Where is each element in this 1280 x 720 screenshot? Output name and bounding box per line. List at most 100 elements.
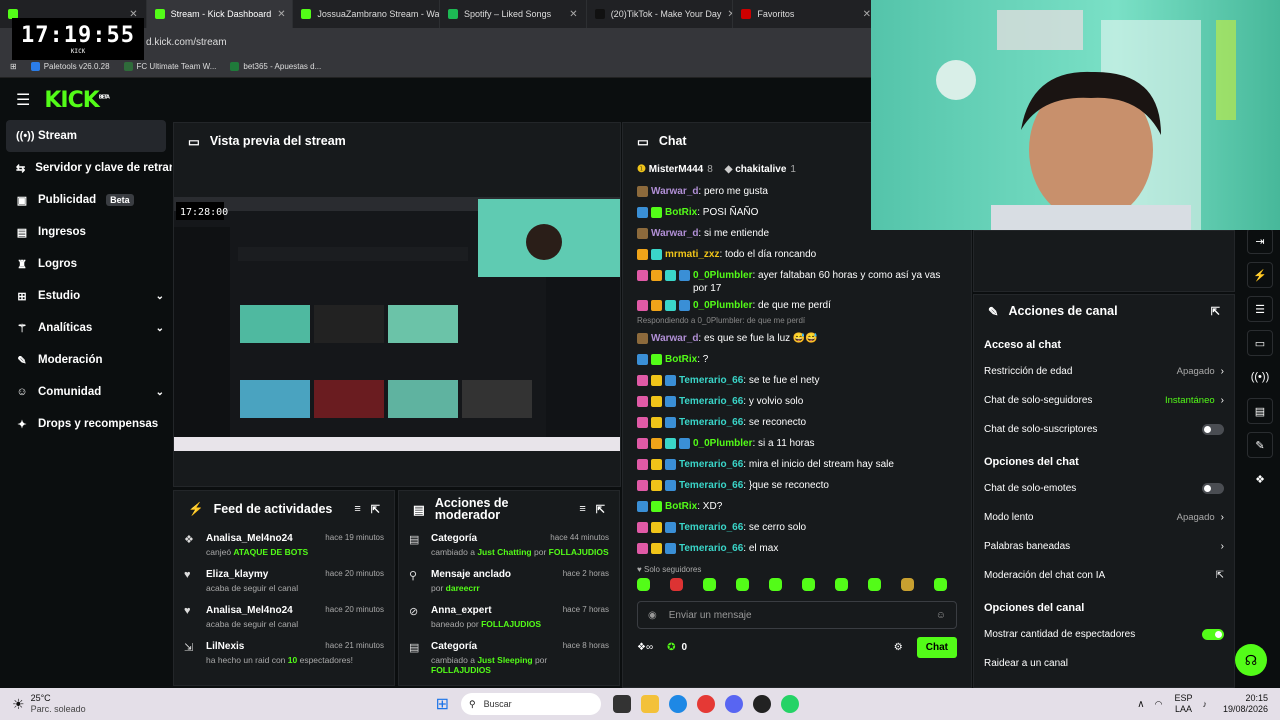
toggle-switch[interactable] (1202, 629, 1224, 640)
whatsapp-icon[interactable] (781, 695, 800, 713)
chat-message[interactable]: Temerario_66: se reconecto (637, 412, 957, 433)
browser-tab[interactable]: Favoritos ✕ (733, 0, 881, 28)
sidebar-item[interactable]: ✦ Drops y recompensas (0, 408, 172, 440)
chat-username[interactable]: BotRix (665, 354, 697, 365)
server-icon[interactable]: ▤ (1247, 398, 1273, 424)
chat-message[interactable]: BotRix: ? (637, 349, 957, 370)
emote-icon[interactable] (736, 578, 749, 591)
top-chatter[interactable]: ◆ chakitalive 1 (725, 164, 796, 175)
action-row[interactable]: Restricción de edad Apagado › (974, 357, 1234, 386)
taskbar-clock[interactable]: 20:15 19/08/2026 (1223, 693, 1268, 715)
chat-username[interactable]: mrmati_zxz (665, 249, 719, 260)
chat-username[interactable]: Warwar_d (651, 333, 698, 344)
tray-chevron-icon[interactable]: ∧ (1137, 699, 1144, 710)
emote-icon[interactable] (934, 578, 947, 591)
chat-input[interactable]: ◉ Enviar un mensaje ☺ (637, 601, 957, 629)
list-icon[interactable]: ☰ (1247, 296, 1273, 322)
emote-icon[interactable] (835, 578, 848, 591)
bookmark-item[interactable]: Paletools v26.0.28 (30, 62, 110, 71)
bookmark-item[interactable]: bet365 - Apuestas d... (230, 62, 321, 71)
chat-message[interactable]: Temerario_66: se te fue el nety (637, 370, 957, 391)
popout-icon[interactable]: ⇱ (1211, 305, 1220, 318)
send-chat-button[interactable]: Chat (916, 637, 957, 658)
weather-widget[interactable]: 25°C Parc. soleado (31, 693, 86, 715)
browser-tab[interactable]: JossuaZambrano Stream - Wat✕ (293, 0, 441, 28)
action-row[interactable]: Chat de solo-suscriptores (974, 415, 1234, 444)
filter-icon[interactable]: ≡ (579, 503, 585, 515)
emote-icon[interactable] (769, 578, 782, 591)
popout-icon[interactable]: ⇱ (371, 503, 380, 516)
sound-icon[interactable]: ♪ (1202, 699, 1207, 709)
action-row[interactable]: Mostrar cantidad de espectadores (974, 620, 1234, 649)
browser-tab[interactable]: (20)TikTok - Make Your Day✕ (587, 0, 734, 28)
close-icon[interactable]: ✕ (569, 9, 577, 20)
chat-username[interactable]: BotRix (665, 207, 697, 218)
sidebar-item[interactable]: ♜ Logros (0, 248, 172, 280)
task-view-icon[interactable] (613, 695, 632, 713)
toggle-switch[interactable] (1202, 424, 1224, 435)
action-row[interactable]: Modo lento Apagado › (974, 503, 1234, 532)
start-icon[interactable]: ⊞ (436, 694, 449, 714)
chat-message[interactable]: 0_0Plumbler: de que me perdí (637, 295, 957, 316)
sidebar-item[interactable]: ☺ Comunidad ⌄ (0, 376, 172, 408)
community-icon[interactable]: ❖ (1247, 466, 1273, 492)
sidebar-item[interactable]: ▤ Ingresos (0, 216, 172, 248)
chat-username[interactable]: Temerario_66 (679, 417, 743, 428)
top-chatter[interactable]: ❶ MisterM444 8 (637, 164, 713, 175)
close-icon[interactable]: ✕ (277, 9, 285, 20)
popout-icon[interactable]: ⇱ (596, 503, 605, 516)
obs-icon[interactable] (753, 695, 772, 713)
chat-username[interactable]: Temerario_66 (679, 375, 743, 386)
chat-username[interactable]: Temerario_66 (679, 396, 743, 407)
chat-username[interactable]: BotRix (665, 501, 697, 512)
apps-icon[interactable]: ⊞ (10, 62, 17, 71)
action-row[interactable]: Moderación del chat con IA ⇱ (974, 561, 1234, 590)
browser-tab[interactable]: Spotify – Liked Songs ✕ (440, 0, 587, 28)
chat-username[interactable]: Temerario_66 (679, 543, 743, 554)
emote-icon[interactable] (868, 578, 881, 591)
emote-icon[interactable] (802, 578, 815, 591)
help-chat-button[interactable]: ☊ (1235, 644, 1267, 676)
shield-icon[interactable]: ◉ (648, 610, 657, 621)
browser-tab[interactable]: Stream - Kick Dashboard ✕ (146, 0, 294, 28)
sidebar-item[interactable]: ⚚ Analíticas ⌄ (0, 312, 172, 344)
settings-icon[interactable]: ⚙ (894, 642, 903, 653)
chat-message[interactable]: Temerario_66: mira el inicio del stream … (637, 454, 957, 475)
chat-username[interactable]: Temerario_66 (679, 459, 743, 470)
sidebar-item[interactable]: ⊞ Estudio ⌄ (0, 280, 172, 312)
sidebar-item[interactable]: ⇆ Servidor y clave de retransmisión (0, 152, 172, 184)
stream-preview-video[interactable]: 17:28:00 (174, 197, 620, 451)
chat-username[interactable]: Temerario_66 (679, 522, 743, 533)
action-row[interactable]: Raidear a un canal (974, 649, 1234, 678)
broadcast-icon[interactable]: ((•)) (1247, 364, 1273, 390)
taskbar-search[interactable]: ⚲ Buscar (461, 693, 602, 715)
lightning-icon[interactable]: ⚡ (1247, 262, 1273, 288)
wifi-icon[interactable]: ◠ (1155, 699, 1163, 710)
chat-message[interactable]: 0_0Plumbler: ayer faltaban 60 horas y co… (637, 265, 957, 295)
emote-icon[interactable] (670, 578, 683, 591)
sidebar-item[interactable]: ((•)) Stream (6, 120, 166, 152)
emoji-icon[interactable]: ☺ (936, 610, 946, 621)
emote-icon[interactable] (901, 578, 914, 591)
bookmark-item[interactable]: FC Ultimate Team W... (123, 62, 216, 71)
language-indicator[interactable]: ESP LAA (1174, 693, 1192, 715)
chat-username[interactable]: Warwar_d (651, 228, 698, 239)
sidebar-item[interactable]: ▣ Publicidad Beta (0, 184, 172, 216)
chat-message[interactable]: Temerario_66: el max (637, 538, 957, 559)
filter-icon[interactable]: ≡ (354, 503, 360, 515)
file-explorer-icon[interactable] (641, 695, 660, 713)
toggle-switch[interactable] (1202, 483, 1224, 494)
discord-icon[interactable] (725, 695, 744, 713)
chat-username[interactable]: 0_0Plumbler (693, 438, 752, 449)
menu-icon[interactable]: ☰ (16, 90, 30, 110)
sidebar-item[interactable]: ✎ Moderación (0, 344, 172, 376)
close-icon[interactable]: ✕ (863, 9, 871, 20)
edge-icon[interactable] (669, 695, 688, 713)
chat-username[interactable]: Temerario_66 (679, 480, 743, 491)
collapse-icon[interactable]: ⇥ (1247, 228, 1273, 254)
wrench-icon[interactable]: ✎ (1247, 432, 1273, 458)
emote-icon[interactable] (637, 578, 650, 591)
chat-message[interactable]: Temerario_66: y volvio solo (637, 391, 957, 412)
chat-message[interactable]: Temerario_66: }que se reconecto (637, 475, 957, 496)
kick-logo[interactable]: KICKBETA (44, 88, 110, 113)
